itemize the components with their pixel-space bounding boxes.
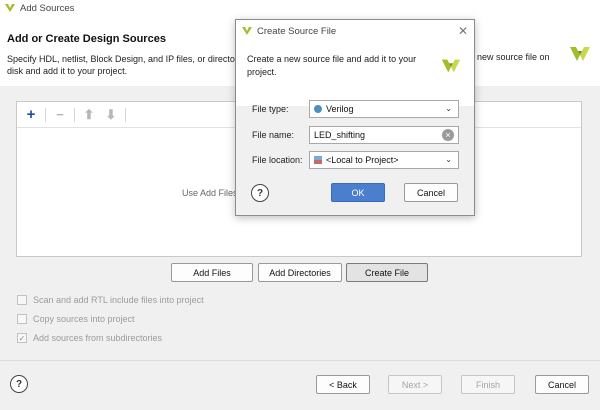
cancel-button[interactable]: Cancel [535, 375, 589, 394]
add-directories-button[interactable]: Add Directories [258, 263, 342, 282]
option-scan-rtl[interactable]: Scan and add RTL include files into proj… [17, 295, 204, 305]
clear-icon[interactable]: × [442, 129, 454, 141]
checkbox-checked[interactable]: ✓ [17, 333, 27, 343]
toolbar-divider [125, 107, 126, 122]
window-title: Add Sources [20, 2, 75, 14]
option-copy-sources[interactable]: Copy sources into project [17, 314, 135, 324]
option-label: Scan and add RTL include files into proj… [33, 295, 204, 305]
footer-divider [0, 360, 600, 361]
ok-button[interactable]: OK [331, 183, 385, 202]
checkbox[interactable] [17, 295, 27, 305]
dialog-cancel-button[interactable]: Cancel [404, 183, 458, 202]
option-add-subdirectories[interactable]: ✓ Add sources from subdirectories [17, 333, 162, 343]
toolbar-divider [74, 107, 75, 122]
add-files-button[interactable]: Add Files [171, 263, 253, 282]
folder-icon [314, 156, 322, 164]
vivado-logo-icon [570, 47, 590, 61]
window-titlebar: Add Sources [0, 0, 600, 16]
next-button[interactable]: Next > [388, 375, 442, 394]
help-icon[interactable]: ? [10, 375, 28, 393]
file-type-value: Verilog [326, 104, 354, 114]
file-type-select[interactable]: Verilog ⌄ [309, 100, 459, 118]
move-down-icon[interactable]: ⬇ [103, 107, 119, 123]
chevron-down-icon: ⌄ [445, 104, 452, 113]
option-label: Add sources from subdirectories [33, 333, 163, 343]
add-icon[interactable]: + [23, 106, 39, 123]
checkbox[interactable] [17, 314, 27, 324]
toolbar-divider [45, 107, 46, 122]
file-name-input[interactable]: LED_shifting × [309, 126, 459, 144]
verilog-icon [314, 105, 322, 113]
page-title: Add or Create Design Sources [7, 33, 166, 45]
option-label: Copy sources into project [33, 314, 135, 324]
page-description-line2: disk and add it to your project. [7, 66, 128, 76]
finish-button[interactable]: Finish [461, 375, 515, 394]
back-button[interactable]: < Back [316, 375, 370, 394]
vivado-logo-icon [242, 27, 252, 35]
empty-hint: Use Add Files [182, 188, 238, 198]
file-name-value: LED_shifting [314, 130, 366, 140]
create-file-button[interactable]: Create File [346, 263, 428, 282]
page-description-right: new source file on [477, 52, 550, 62]
close-icon[interactable]: ✕ [458, 24, 468, 38]
file-location-label: File location: [252, 155, 303, 165]
vivado-logo-icon [5, 4, 15, 12]
vivado-logo-icon [441, 59, 461, 73]
dialog-title: Create Source File [257, 25, 337, 37]
file-type-label: File type: [252, 104, 289, 114]
remove-icon[interactable]: − [52, 107, 68, 123]
dialog-description: Create a new source file and add it to y… [247, 54, 417, 77]
file-location-select[interactable]: <Local to Project> ⌄ [309, 151, 459, 169]
file-location-value: <Local to Project> [326, 155, 399, 165]
help-icon[interactable]: ? [251, 184, 269, 202]
chevron-down-icon: ⌄ [445, 155, 452, 164]
dialog-titlebar: Create Source File ✕ [236, 20, 474, 42]
move-up-icon[interactable]: ⬆ [81, 107, 97, 123]
file-name-label: File name: [252, 130, 295, 140]
